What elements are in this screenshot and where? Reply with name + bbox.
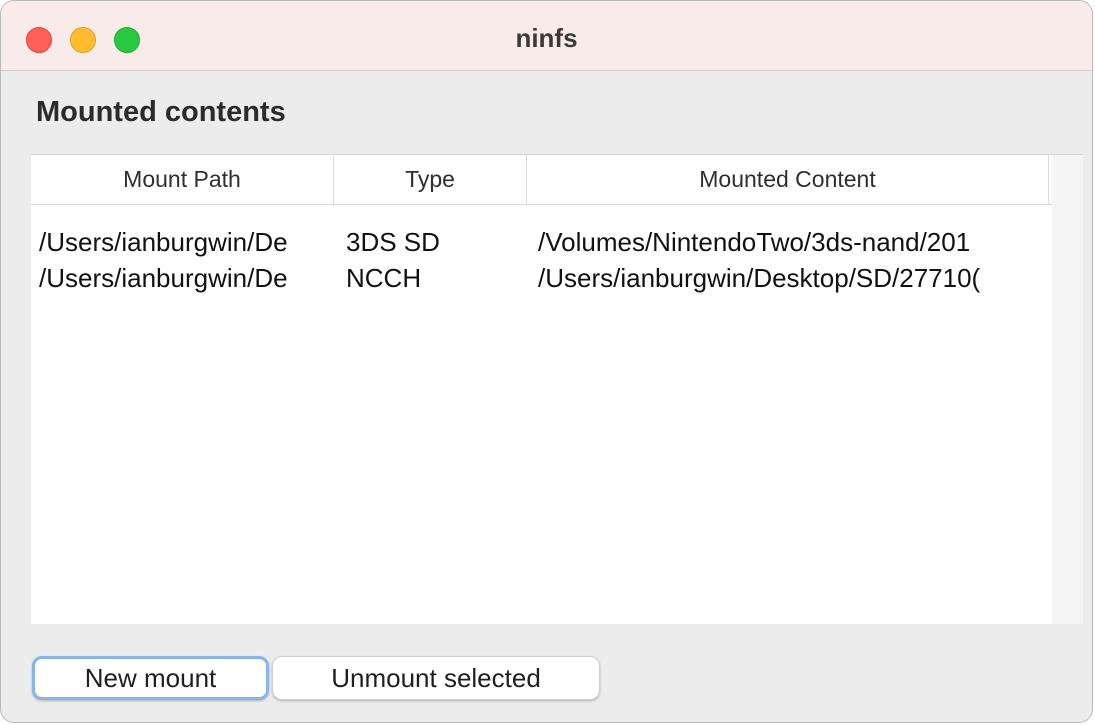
cell-mounted-content: /Users/ianburgwin/Desktop/SD/27710( bbox=[538, 263, 981, 293]
cell-type: NCCH bbox=[346, 263, 422, 293]
page-title: Mounted contents bbox=[36, 96, 286, 128]
mounted-contents-table: Mount Path Type Mounted Content /Users/i… bbox=[31, 154, 1083, 624]
table-header: Mount Path Type Mounted Content bbox=[31, 155, 1052, 205]
table-row[interactable]: /Users/ianburgwin/De 3DS SD /Volumes/Nin… bbox=[31, 223, 1052, 261]
cell-mount-path: /Users/ianburgwin/De bbox=[39, 263, 288, 293]
unmount-selected-button[interactable]: Unmount selected bbox=[272, 656, 600, 700]
column-header-type[interactable]: Type bbox=[334, 155, 527, 205]
table-row[interactable]: /Users/ianburgwin/De NCCH /Users/ianburg… bbox=[31, 259, 1052, 297]
column-header-mount-path[interactable]: Mount Path bbox=[31, 155, 334, 205]
cell-mounted-content: /Volumes/NintendoTwo/3ds-nand/201 bbox=[538, 227, 971, 257]
app-window: ninfs Mounted contents Mount Path Type M… bbox=[0, 0, 1093, 723]
cell-mount-path: /Users/ianburgwin/De bbox=[39, 227, 288, 257]
cell-type: 3DS SD bbox=[346, 227, 440, 257]
window-title: ninfs bbox=[515, 23, 578, 53]
title-bar[interactable]: ninfs bbox=[1, 1, 1092, 71]
column-header-mounted-content[interactable]: Mounted Content bbox=[527, 155, 1049, 205]
table-body-area[interactable]: Mount Path Type Mounted Content /Users/i… bbox=[31, 155, 1052, 624]
new-mount-button[interactable]: New mount bbox=[32, 656, 269, 700]
